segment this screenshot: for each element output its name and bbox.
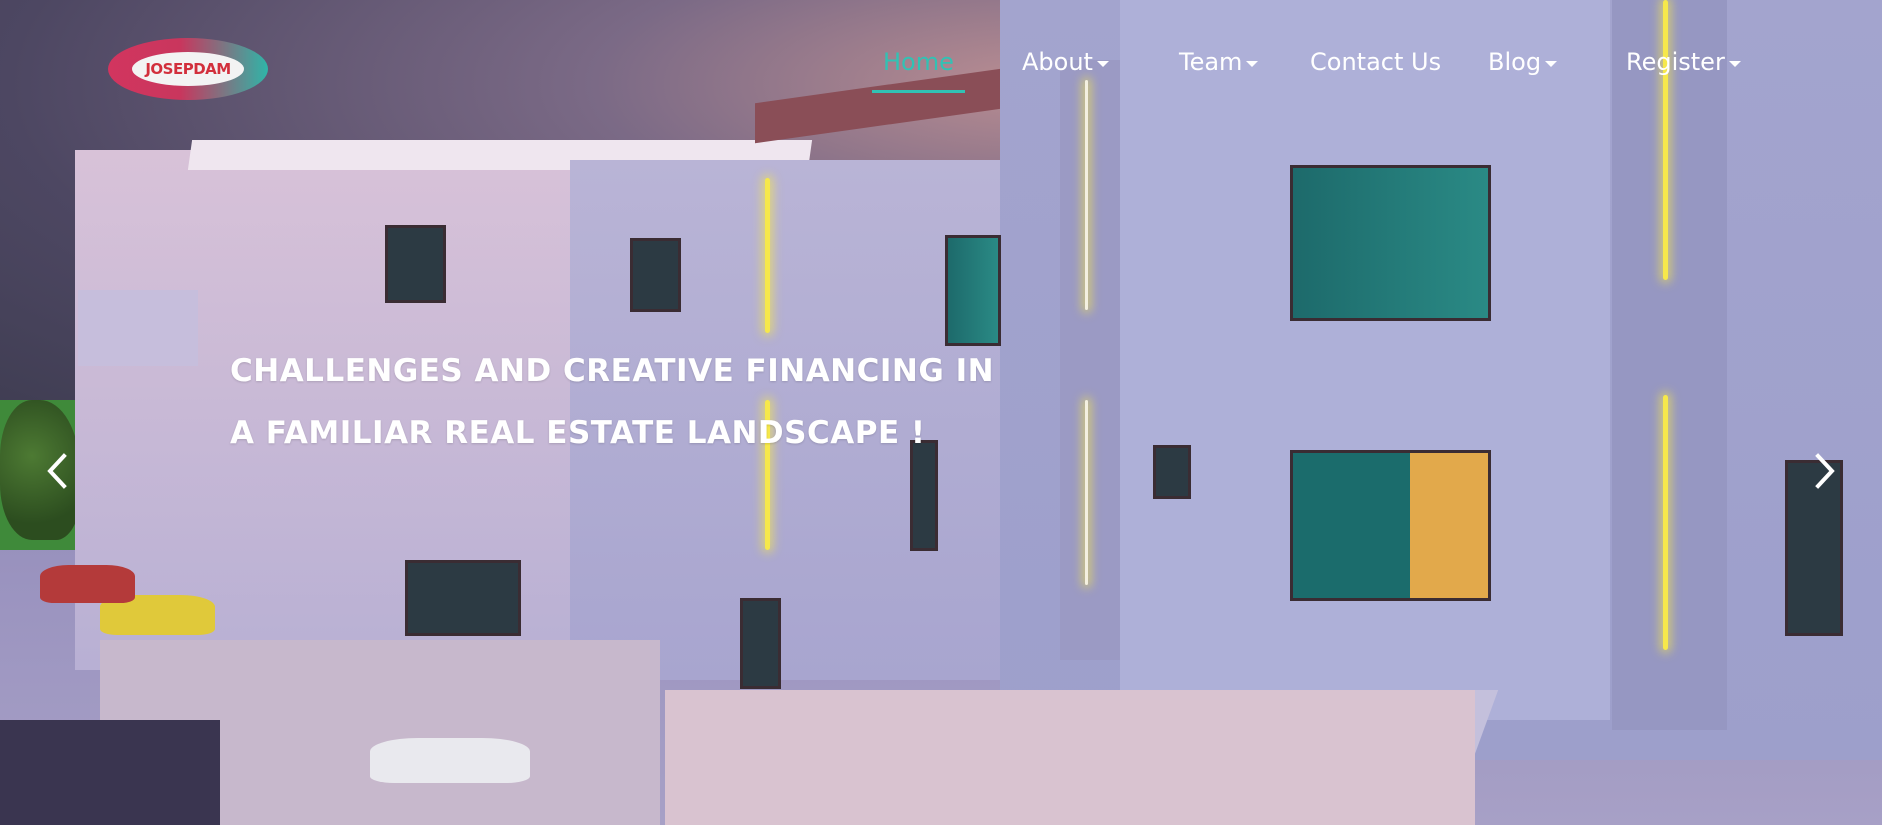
chevron-left-icon (47, 453, 67, 489)
window (405, 560, 521, 636)
nav-item-label: Register (1626, 48, 1725, 76)
logo-text: JOSEPDAM (145, 60, 231, 78)
nav-item-register[interactable]: Register (1626, 42, 1741, 82)
caret-down-icon (1545, 60, 1558, 67)
wall-light (1663, 395, 1668, 650)
wall-light (765, 178, 770, 333)
building-pillar (1060, 60, 1122, 660)
carousel-next-button[interactable] (1804, 450, 1844, 492)
hero-carousel: JOSEPDAM Home About Team Contact Us Blog (0, 0, 1882, 825)
navbar: JOSEPDAM Home About Team Contact Us Blog (0, 0, 1882, 120)
nav-item-label: Home (883, 48, 954, 76)
nav-item-blog[interactable]: Blog (1488, 42, 1558, 82)
caret-down-icon (1728, 60, 1741, 67)
chevron-right-icon (1815, 453, 1835, 489)
nav-item-about[interactable]: About (1022, 42, 1109, 82)
building-left-balcony (78, 290, 198, 366)
window (1290, 450, 1491, 601)
active-nav-underline (872, 90, 965, 93)
window (945, 235, 1001, 346)
window (385, 225, 446, 303)
logo-badge: JOSEPDAM (132, 52, 244, 86)
nav-item-label: Blog (1488, 48, 1542, 76)
wall-light (1085, 400, 1088, 585)
caret-down-icon (1246, 60, 1259, 67)
window (1153, 445, 1191, 499)
garage (665, 690, 1475, 825)
nav-item-label: About (1022, 48, 1093, 76)
nav-item-team[interactable]: Team (1179, 42, 1259, 82)
window (740, 598, 781, 689)
window (630, 238, 681, 312)
road (0, 720, 220, 825)
caption-line: A FAMILIAR REAL ESTATE LANDSCAPE ! (230, 415, 926, 451)
carousel-prev-button[interactable] (38, 450, 78, 492)
brand-logo[interactable]: JOSEPDAM (108, 38, 268, 100)
nav-item-label: Contact Us (1310, 48, 1442, 76)
car (370, 738, 530, 783)
slide-caption: CHALLENGES AND CREATIVE FINANCING IN A F… (230, 340, 994, 464)
nav-item-contact-us[interactable]: Contact Us (1310, 42, 1441, 82)
caret-down-icon (1096, 60, 1109, 67)
caption-line: CHALLENGES AND CREATIVE FINANCING IN (230, 353, 995, 389)
car (40, 565, 135, 603)
window (1290, 165, 1491, 321)
nav-item-home[interactable]: Home (883, 42, 954, 82)
nav-item-label: Team (1179, 48, 1243, 76)
